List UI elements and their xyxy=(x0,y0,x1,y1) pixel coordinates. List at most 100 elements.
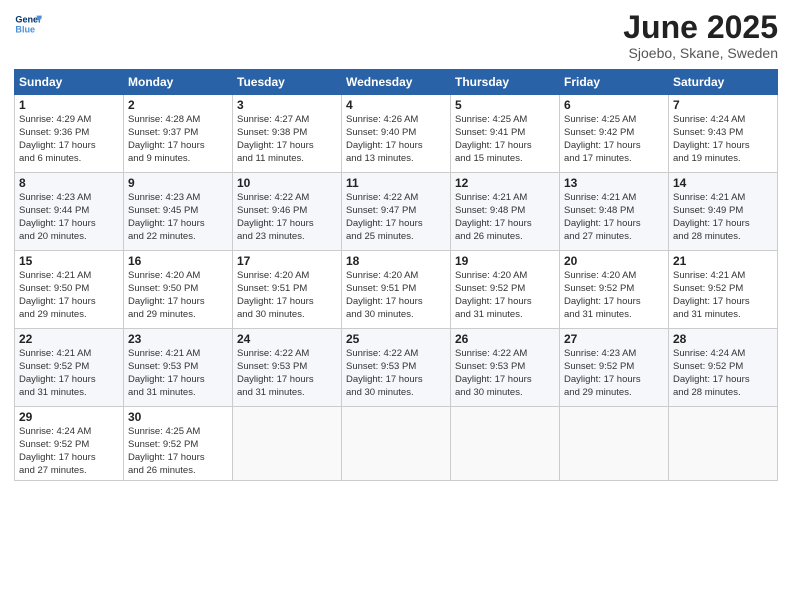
day-info: Sunrise: 4:21 AMSunset: 9:50 PMDaylight:… xyxy=(19,270,119,321)
calendar-cell xyxy=(451,407,560,481)
calendar-cell: 4 Sunrise: 4:26 AMSunset: 9:40 PMDaylight… xyxy=(342,95,451,173)
day-info: Sunrise: 4:20 AMSunset: 9:52 PMDaylight:… xyxy=(564,270,664,321)
page-header: General Blue June 2025 Sjoebo, Skane, Sw… xyxy=(14,10,778,61)
col-header-thursday: Thursday xyxy=(451,70,560,95)
calendar-cell: 9 Sunrise: 4:23 AMSunset: 9:45 PMDaylight… xyxy=(124,173,233,251)
day-info: Sunrise: 4:29 AMSunset: 9:36 PMDaylight:… xyxy=(19,114,119,165)
calendar-cell: 15 Sunrise: 4:21 AMSunset: 9:50 PMDayligh… xyxy=(15,251,124,329)
col-header-sunday: Sunday xyxy=(15,70,124,95)
day-info: Sunrise: 4:22 AMSunset: 9:46 PMDaylight:… xyxy=(237,192,337,243)
day-number: 10 xyxy=(237,176,337,190)
day-number: 30 xyxy=(128,410,228,424)
calendar-cell: 12 Sunrise: 4:21 AMSunset: 9:48 PMDayligh… xyxy=(451,173,560,251)
day-number: 14 xyxy=(673,176,773,190)
calendar-header-row: SundayMondayTuesdayWednesdayThursdayFrid… xyxy=(15,70,778,95)
calendar-cell xyxy=(342,407,451,481)
day-number: 11 xyxy=(346,176,446,190)
day-info: Sunrise: 4:21 AMSunset: 9:52 PMDaylight:… xyxy=(19,348,119,399)
col-header-friday: Friday xyxy=(560,70,669,95)
calendar-cell: 26Sunrise: 4:22 AMSunset: 9:53 PMDayligh… xyxy=(451,329,560,407)
calendar-cell: 24 Sunrise: 4:22 AMSunset: 9:53 PMDayligh… xyxy=(233,329,342,407)
day-number: 18 xyxy=(346,254,446,268)
day-info: Sunrise: 4:24 AMSunset: 9:52 PMDaylight:… xyxy=(19,426,119,477)
calendar-cell: 5 Sunrise: 4:25 AMSunset: 9:41 PMDaylight… xyxy=(451,95,560,173)
day-number: 2 xyxy=(128,98,228,112)
day-info: Sunrise: 4:23 AMSunset: 9:52 PMDaylight:… xyxy=(564,348,664,399)
day-number: 13 xyxy=(564,176,664,190)
day-number: 28 xyxy=(673,332,773,346)
day-number: 19 xyxy=(455,254,555,268)
day-info: Sunrise: 4:21 AMSunset: 9:49 PMDaylight:… xyxy=(673,192,773,243)
day-number: 17 xyxy=(237,254,337,268)
svg-text:Blue: Blue xyxy=(15,24,35,34)
day-number: 12 xyxy=(455,176,555,190)
day-number: 16 xyxy=(128,254,228,268)
calendar-cell: 29 Sunrise: 4:24 AMSunset: 9:52 PMDayligh… xyxy=(15,407,124,481)
day-info: Sunrise: 4:26 AMSunset: 9:40 PMDaylight:… xyxy=(346,114,446,165)
calendar-cell: 16Sunrise: 4:20 AMSunset: 9:50 PMDayligh… xyxy=(124,251,233,329)
logo-icon: General Blue xyxy=(14,10,42,38)
day-info: Sunrise: 4:22 AMSunset: 9:53 PMDaylight:… xyxy=(237,348,337,399)
day-info: Sunrise: 4:28 AMSunset: 9:37 PMDaylight:… xyxy=(128,114,228,165)
day-number: 24 xyxy=(237,332,337,346)
calendar-week-row: 8 Sunrise: 4:23 AMSunset: 9:44 PMDaylight… xyxy=(15,173,778,251)
day-number: 27 xyxy=(564,332,664,346)
calendar-cell: 28 Sunrise: 4:24 AMSunset: 9:52 PMDayligh… xyxy=(669,329,778,407)
day-number: 25 xyxy=(346,332,446,346)
day-info: Sunrise: 4:21 AMSunset: 9:48 PMDaylight:… xyxy=(564,192,664,243)
day-info: Sunrise: 4:20 AMSunset: 9:52 PMDaylight:… xyxy=(455,270,555,321)
day-number: 1 xyxy=(19,98,119,112)
calendar-cell xyxy=(560,407,669,481)
calendar-cell: 27 Sunrise: 4:23 AMSunset: 9:52 PMDayligh… xyxy=(560,329,669,407)
day-info: Sunrise: 4:20 AMSunset: 9:51 PMDaylight:… xyxy=(237,270,337,321)
col-header-monday: Monday xyxy=(124,70,233,95)
col-header-tuesday: Tuesday xyxy=(233,70,342,95)
calendar-cell: 2 Sunrise: 4:28 AMSunset: 9:37 PMDaylight… xyxy=(124,95,233,173)
day-info: Sunrise: 4:23 AMSunset: 9:45 PMDaylight:… xyxy=(128,192,228,243)
calendar-cell: 23 Sunrise: 4:21 AMSunset: 9:53 PMDayligh… xyxy=(124,329,233,407)
day-info: Sunrise: 4:21 AMSunset: 9:53 PMDaylight:… xyxy=(128,348,228,399)
col-header-wednesday: Wednesday xyxy=(342,70,451,95)
calendar-cell: 21Sunrise: 4:21 AMSunset: 9:52 PMDayligh… xyxy=(669,251,778,329)
calendar-title: June 2025 xyxy=(623,10,778,45)
calendar-week-row: 1 Sunrise: 4:29 AMSunset: 9:36 PMDaylight… xyxy=(15,95,778,173)
day-number: 3 xyxy=(237,98,337,112)
day-number: 7 xyxy=(673,98,773,112)
calendar-cell: 3Sunrise: 4:27 AMSunset: 9:38 PMDaylight… xyxy=(233,95,342,173)
calendar-cell: 25 Sunrise: 4:22 AMSunset: 9:53 PMDayligh… xyxy=(342,329,451,407)
day-number: 29 xyxy=(19,410,119,424)
calendar-cell: 13 Sunrise: 4:21 AMSunset: 9:48 PMDayligh… xyxy=(560,173,669,251)
day-number: 23 xyxy=(128,332,228,346)
calendar-cell: 10 Sunrise: 4:22 AMSunset: 9:46 PMDayligh… xyxy=(233,173,342,251)
day-info: Sunrise: 4:21 AMSunset: 9:48 PMDaylight:… xyxy=(455,192,555,243)
calendar-cell: 8 Sunrise: 4:23 AMSunset: 9:44 PMDaylight… xyxy=(15,173,124,251)
day-number: 8 xyxy=(19,176,119,190)
calendar-cell: 18Sunrise: 4:20 AMSunset: 9:51 PMDayligh… xyxy=(342,251,451,329)
calendar-week-row: 22Sunrise: 4:21 AMSunset: 9:52 PMDayligh… xyxy=(15,329,778,407)
calendar-subtitle: Sjoebo, Skane, Sweden xyxy=(623,45,778,61)
title-block: June 2025 Sjoebo, Skane, Sweden xyxy=(623,10,778,61)
day-info: Sunrise: 4:25 AMSunset: 9:41 PMDaylight:… xyxy=(455,114,555,165)
day-number: 9 xyxy=(128,176,228,190)
day-number: 15 xyxy=(19,254,119,268)
day-number: 5 xyxy=(455,98,555,112)
calendar-cell: 11Sunrise: 4:22 AMSunset: 9:47 PMDayligh… xyxy=(342,173,451,251)
day-info: Sunrise: 4:24 AMSunset: 9:52 PMDaylight:… xyxy=(673,348,773,399)
calendar-cell: 6Sunrise: 4:25 AMSunset: 9:42 PMDaylight… xyxy=(560,95,669,173)
calendar-week-row: 29 Sunrise: 4:24 AMSunset: 9:52 PMDayligh… xyxy=(15,407,778,481)
calendar-cell: 22Sunrise: 4:21 AMSunset: 9:52 PMDayligh… xyxy=(15,329,124,407)
day-info: Sunrise: 4:25 AMSunset: 9:52 PMDaylight:… xyxy=(128,426,228,477)
day-info: Sunrise: 4:22 AMSunset: 9:53 PMDaylight:… xyxy=(455,348,555,399)
day-info: Sunrise: 4:23 AMSunset: 9:44 PMDaylight:… xyxy=(19,192,119,243)
calendar-cell: 1 Sunrise: 4:29 AMSunset: 9:36 PMDaylight… xyxy=(15,95,124,173)
day-info: Sunrise: 4:22 AMSunset: 9:53 PMDaylight:… xyxy=(346,348,446,399)
day-number: 21 xyxy=(673,254,773,268)
logo: General Blue xyxy=(14,10,42,38)
calendar-cell: 7Sunrise: 4:24 AMSunset: 9:43 PMDaylight… xyxy=(669,95,778,173)
calendar-cell: 17 Sunrise: 4:20 AMSunset: 9:51 PMDayligh… xyxy=(233,251,342,329)
calendar-week-row: 15 Sunrise: 4:21 AMSunset: 9:50 PMDayligh… xyxy=(15,251,778,329)
col-header-saturday: Saturday xyxy=(669,70,778,95)
calendar-cell xyxy=(233,407,342,481)
day-number: 4 xyxy=(346,98,446,112)
calendar-cell: 30 Sunrise: 4:25 AMSunset: 9:52 PMDayligh… xyxy=(124,407,233,481)
